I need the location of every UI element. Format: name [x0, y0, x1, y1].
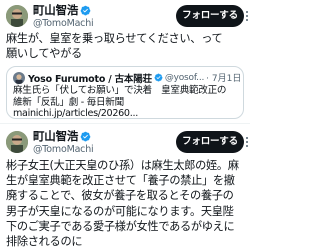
quote-date: · 7月1日: [206, 74, 242, 84]
tweet-text: 彬子女王(大正天皇のひ孫）は麻生太郎の姪。麻 生が皇室典範を改正させて「養子の禁…: [6, 159, 239, 248]
avatar-image: [6, 131, 28, 153]
author-block[interactable]: 町山智浩 @TomoMachi: [33, 2, 94, 29]
author-name[interactable]: 町山智浩: [33, 128, 78, 144]
quote-text: 麻生氏ら「伏してお願い」で決着 皇室典範改正の 維新「反乱」劇 - 毎日新聞 m…: [13, 85, 227, 119]
quote-author-name: Yoso Furumoto / 古本陽荘: [28, 73, 152, 85]
avatar-image: [6, 5, 28, 27]
quote-avatar-image: [13, 71, 25, 84]
author-block[interactable]: 町山智浩 @TomoMachi: [33, 128, 94, 155]
tweet-1[interactable]: 町山智浩 @TomoMachi フォローする 麻生が、皇室を乗っ取らせてください…: [0, 0, 250, 124]
more-options-icon[interactable]: [244, 135, 250, 149]
verified-badge-icon: [80, 5, 91, 15]
quote-author-handle: @yosof...: [164, 72, 205, 83]
tweet-text: 麻生が、皇室を乗っ取らせてください、って 願いしてやがる: [6, 32, 223, 60]
avatar[interactable]: [6, 5, 28, 27]
follow-button[interactable]: フォローする: [176, 131, 244, 153]
verified-badge-icon: [80, 131, 91, 141]
verified-badge-icon: [154, 73, 163, 82]
author-handle[interactable]: @TomoMachi: [33, 144, 94, 155]
tweet-2[interactable]: 町山智浩 @TomoMachi フォローする 彬子女王(大正天皇のひ孫）は麻生太…: [0, 124, 250, 248]
quoted-tweet[interactable]: Yoso Furumoto / 古本陽荘 @yosof... · 7月1日 麻生…: [6, 66, 244, 119]
avatar[interactable]: [6, 131, 28, 153]
more-options-icon[interactable]: [244, 9, 250, 23]
quote-avatar: [13, 71, 25, 84]
follow-button[interactable]: フォローする: [176, 5, 244, 27]
author-handle[interactable]: @TomoMachi: [33, 18, 94, 29]
author-name[interactable]: 町山智浩: [33, 2, 78, 18]
